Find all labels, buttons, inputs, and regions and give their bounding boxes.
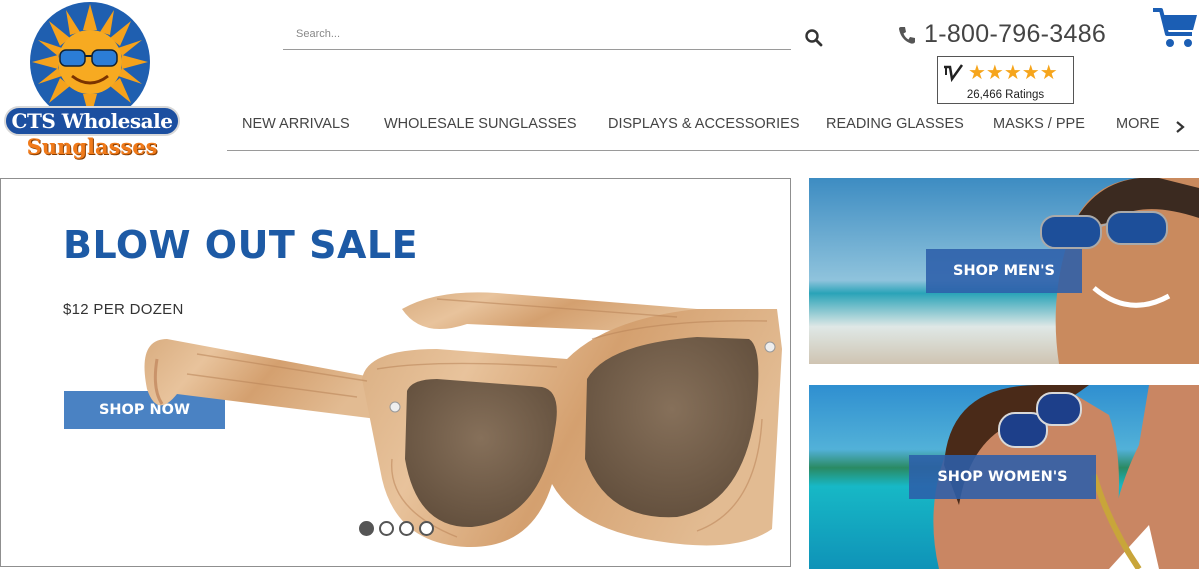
logo-text-secondary: Sunglasses bbox=[26, 134, 158, 159]
phone-number: 1-800-796-3486 bbox=[924, 20, 1107, 48]
wood-sunglasses-image bbox=[144, 292, 782, 548]
search-button[interactable] bbox=[804, 28, 824, 48]
cart-button[interactable] bbox=[1152, 7, 1198, 49]
nav-item-more[interactable]: MORE bbox=[1116, 116, 1160, 132]
hero-title: BLOW OUT SALE bbox=[63, 223, 419, 267]
slider-dots bbox=[359, 521, 434, 536]
slider-dot-4[interactable] bbox=[419, 521, 434, 536]
phone-icon bbox=[899, 26, 915, 44]
nav-item-masks-ppe[interactable]: MASKS / PPE bbox=[993, 116, 1085, 132]
womens-banner[interactable]: SHOP WOMEN'S bbox=[809, 385, 1199, 569]
reviews-widget[interactable]: ★★★★★ 26,466 Ratings bbox=[937, 56, 1074, 104]
rating-stars: ★★★★★ bbox=[968, 60, 1058, 84]
shop-mens-button[interactable]: SHOP MEN'S bbox=[926, 249, 1082, 293]
mens-banner[interactable]: SHOP MEN'S bbox=[809, 178, 1199, 364]
nav-item-reading-glasses[interactable]: READING GLASSES bbox=[826, 116, 964, 132]
nav-item-displays-accessories[interactable]: DISPLAYS & ACCESSORIES bbox=[608, 116, 800, 132]
search-bar bbox=[283, 20, 791, 50]
logo-text-primary: CTS Wholesale bbox=[4, 106, 180, 136]
site-logo[interactable]: CTS Wholesale Sunglasses bbox=[0, 0, 185, 165]
nav-item-wholesale-sunglasses[interactable]: WHOLESALE SUNGLASSES bbox=[384, 116, 577, 132]
nav-item-new-arrivals[interactable]: NEW ARRIVALS bbox=[242, 116, 350, 132]
verified-check-icon bbox=[944, 64, 964, 83]
slider-dot-1[interactable] bbox=[359, 521, 374, 536]
hero-slider: BLOW OUT SALE $12 PER DOZEN SHOP NOW bbox=[0, 178, 791, 567]
search-icon bbox=[805, 29, 823, 47]
rating-count: 26,466 Ratings bbox=[966, 89, 1045, 101]
shop-womens-button[interactable]: SHOP WOMEN'S bbox=[909, 455, 1096, 499]
slider-dot-2[interactable] bbox=[379, 521, 394, 536]
slider-dot-3[interactable] bbox=[399, 521, 414, 536]
search-input[interactable] bbox=[283, 20, 791, 48]
cart-icon bbox=[1153, 8, 1197, 47]
main-nav: NEW ARRIVALS WHOLESALE SUNGLASSES DISPLA… bbox=[227, 110, 1199, 151]
chevron-right-icon[interactable] bbox=[1174, 120, 1186, 134]
phone-contact[interactable]: 1-800-796-3486 bbox=[898, 20, 1106, 49]
